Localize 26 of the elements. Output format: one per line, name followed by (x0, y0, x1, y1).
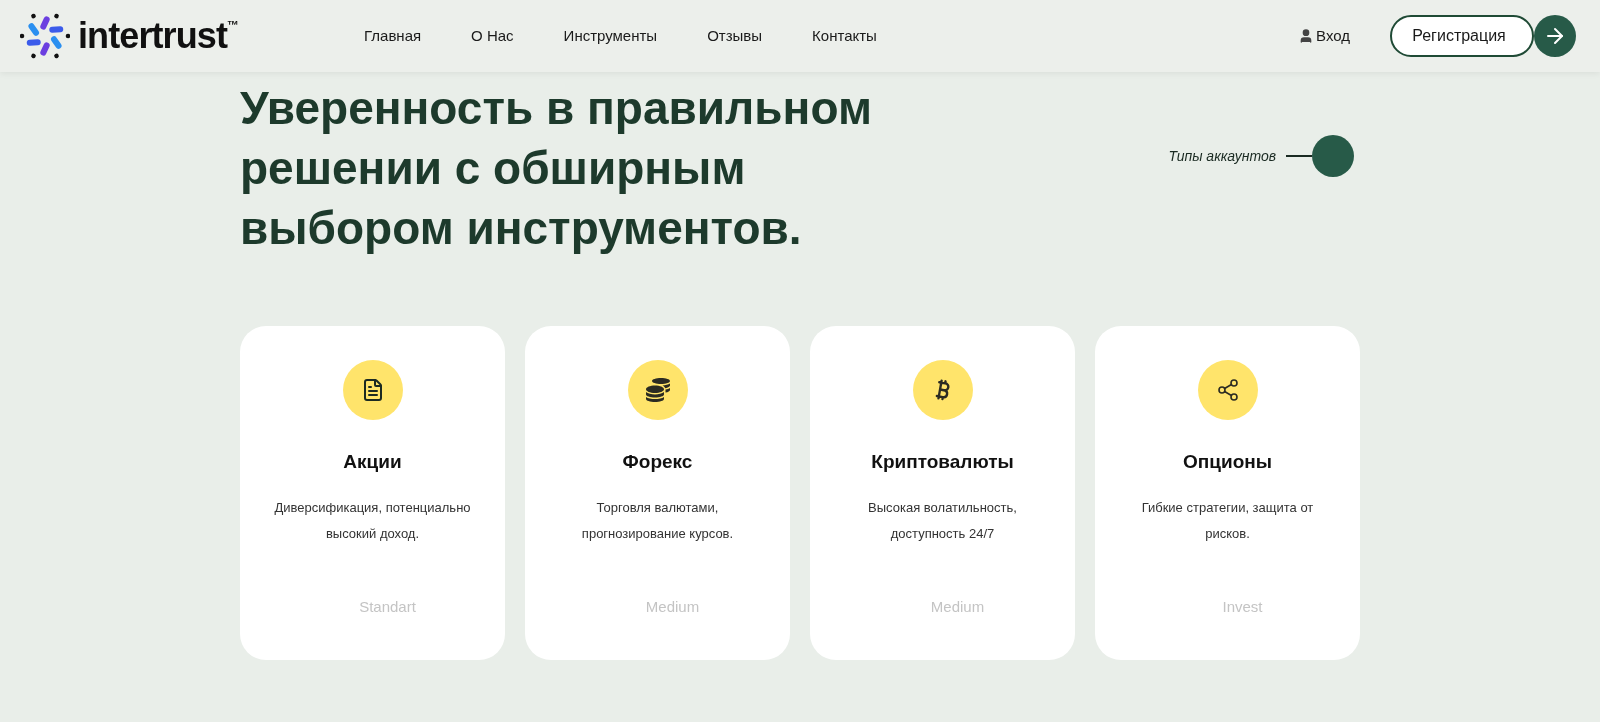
card-description: Торговля валютами, прогнозирование курсов. (580, 498, 735, 543)
tier-label: Standart (359, 596, 416, 617)
card-description: Высокая волатильность, доступность 24/7 (867, 498, 1018, 543)
card-title: Криптовалюты (871, 450, 1014, 474)
hero-title: Уверенность в правильном решении с обширным выбором инструментов. (240, 81, 873, 256)
tier-label: Invest (1222, 596, 1263, 617)
logo-icon (20, 11, 70, 61)
card-title: Форекс (622, 450, 693, 474)
tier-label: Medium (930, 596, 985, 617)
card-description: Диверсификация, потенциально высокий доход. (273, 498, 472, 543)
account-types-link[interactable]: Типы аккаунтов (1168, 135, 1354, 177)
nav-link[interactable]: О Нас (471, 24, 514, 48)
login-link[interactable]: Вход (1298, 24, 1350, 48)
arrow-button[interactable] (1534, 15, 1576, 57)
nav-link[interactable]: Отзывы (707, 24, 763, 48)
nav-link[interactable]: Контакты (812, 24, 877, 48)
card-title: Акции (343, 450, 402, 474)
register-button[interactable]: Регистрация (1390, 15, 1534, 57)
card-description: Гибкие стратегии, защита от рисков. (1140, 498, 1315, 543)
card-title: Опционы (1183, 450, 1272, 474)
logo-text: intertrust$^{™}$ (78, 14, 239, 58)
nav-link[interactable]: Главная (364, 24, 422, 48)
tier-label: Medium (645, 596, 700, 617)
nav-link[interactable]: Инструменты (563, 24, 658, 48)
share-icon (1215, 378, 1240, 402)
coins-icon (645, 378, 670, 402)
